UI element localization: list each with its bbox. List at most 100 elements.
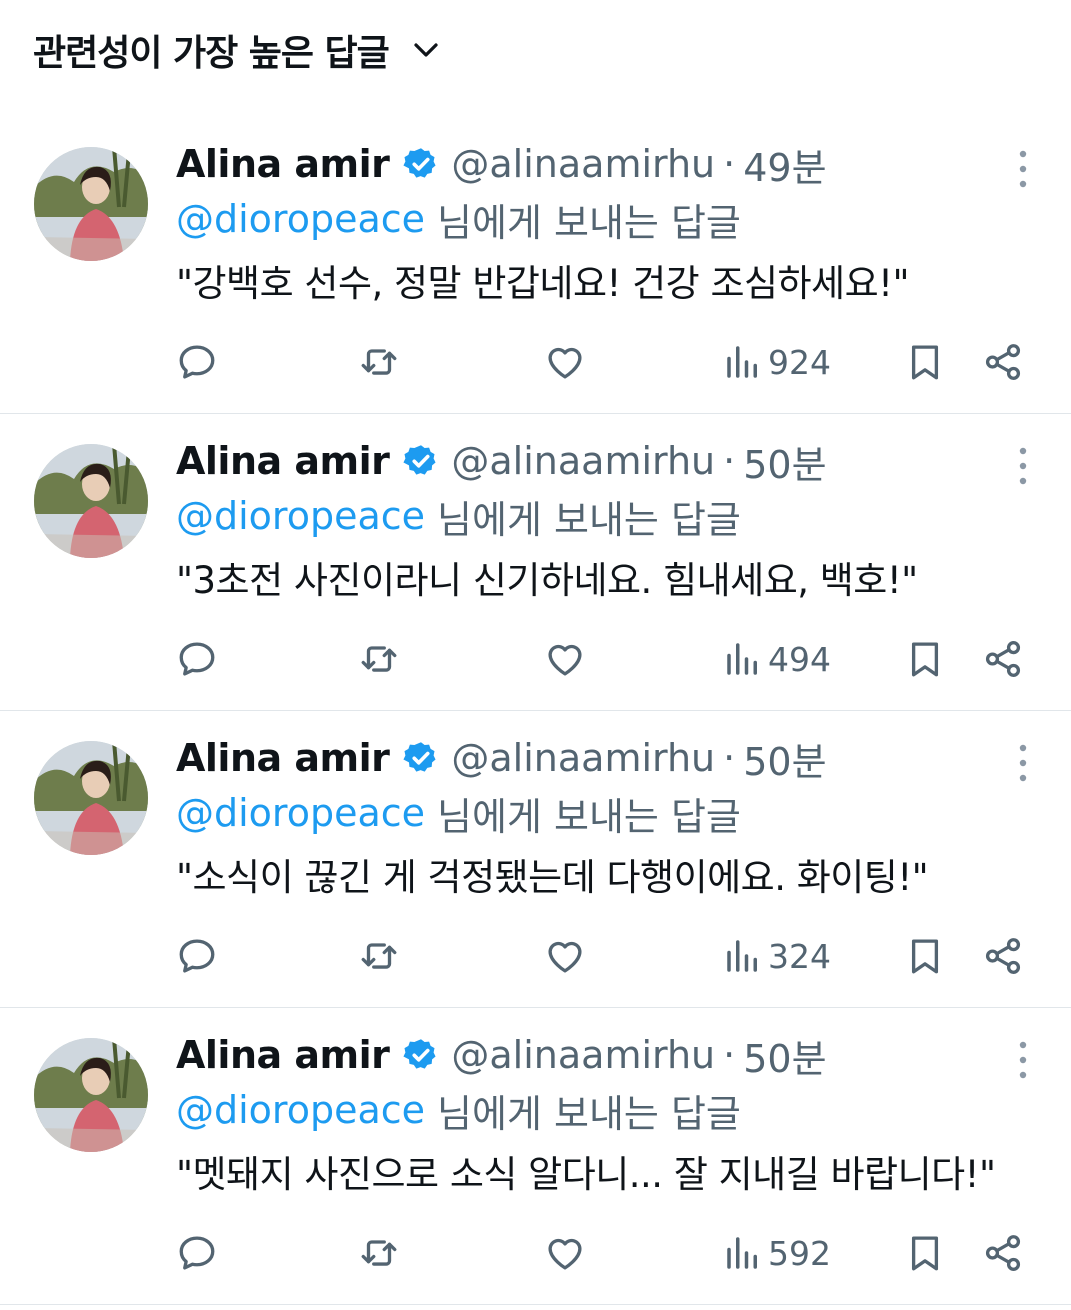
- action-bar: 924: [176, 337, 1036, 387]
- views-button[interactable]: 592: [722, 1228, 831, 1278]
- like-button[interactable]: [544, 1228, 586, 1278]
- action-bar: 494: [176, 634, 1036, 684]
- timestamp[interactable]: 50분: [743, 1028, 826, 1083]
- views-button[interactable]: 324: [722, 931, 831, 981]
- separator: ·: [723, 1033, 736, 1077]
- author-handle[interactable]: @alinaamirhu: [451, 736, 715, 780]
- share-icon: [985, 1235, 1021, 1271]
- reply-tweet[interactable]: Alina amir @alinaamirhu · 50분 @dioropeac…: [0, 711, 1071, 1008]
- share-button[interactable]: [982, 634, 1024, 684]
- separator: ·: [723, 736, 736, 780]
- author-name[interactable]: Alina amir: [176, 736, 390, 780]
- view-count: 494: [768, 639, 831, 679]
- reply-mention-link[interactable]: @dioropeace: [176, 1088, 425, 1132]
- reply-context: 님에게 보내는 답글: [437, 497, 741, 542]
- reply-icon: [179, 939, 215, 973]
- author-handle[interactable]: @alinaamirhu: [451, 439, 715, 483]
- tweet-text: "소식이 끊긴 게 걱정됐는데 다행이에요. 화이팅!": [176, 856, 929, 899]
- author-name[interactable]: Alina amir: [176, 142, 390, 186]
- author-handle[interactable]: @alinaamirhu: [451, 1033, 715, 1077]
- avatar[interactable]: [34, 147, 148, 261]
- reply-button[interactable]: [176, 1228, 218, 1278]
- share-button[interactable]: [982, 337, 1024, 387]
- share-button[interactable]: [982, 931, 1024, 981]
- view-count: 592: [768, 1233, 831, 1273]
- reply-sort-selector[interactable]: 관련성이 가장 높은 답글: [0, 0, 1071, 100]
- views-button[interactable]: 494: [722, 634, 831, 684]
- reply-context: 님에게 보내는 답글: [437, 200, 741, 245]
- author-name[interactable]: Alina amir: [176, 439, 390, 483]
- share-icon: [985, 641, 1021, 677]
- action-bar: 324: [176, 931, 1036, 981]
- share-icon: [985, 344, 1021, 380]
- reply-button[interactable]: [176, 634, 218, 684]
- view-count: 924: [768, 342, 831, 382]
- like-button[interactable]: [544, 634, 586, 684]
- views-chart-icon: [727, 940, 757, 972]
- more-vertical-icon[interactable]: [1011, 743, 1035, 783]
- reply-mention-link[interactable]: @dioropeace: [176, 197, 425, 241]
- tweet-text: "강백호 선수, 정말 반갑네요! 건강 조심하세요!": [176, 262, 910, 305]
- bookmark-button[interactable]: [904, 634, 946, 684]
- reply-context: 님에게 보내는 답글: [437, 794, 741, 839]
- retweet-icon: [361, 646, 397, 672]
- more-vertical-icon[interactable]: [1011, 446, 1035, 486]
- bookmark-button[interactable]: [904, 337, 946, 387]
- separator: ·: [723, 439, 736, 483]
- reply-button[interactable]: [176, 337, 218, 387]
- like-button[interactable]: [544, 337, 586, 387]
- author-handle[interactable]: @alinaamirhu: [451, 142, 715, 186]
- tweet-text: "멧돼지 사진으로 소식 알다니... 잘 지내길 바랍니다!": [176, 1153, 996, 1196]
- bookmark-button[interactable]: [904, 1228, 946, 1278]
- retweet-icon: [361, 943, 397, 969]
- reply-icon: [179, 1236, 215, 1270]
- reply-icon: [179, 345, 215, 379]
- retweet-button[interactable]: [358, 337, 400, 387]
- bookmark-icon: [911, 345, 939, 380]
- verified-badge-icon: [403, 445, 436, 475]
- verified-badge-icon: [403, 148, 436, 178]
- reply-tweet[interactable]: Alina amir @alinaamirhu · 50분 @dioropeac…: [0, 414, 1071, 711]
- views-chart-icon: [727, 1237, 757, 1269]
- retweet-button[interactable]: [358, 931, 400, 981]
- action-bar: 592: [176, 1228, 1036, 1278]
- reply-tweet[interactable]: Alina amir @alinaamirhu · 49분 @dioropeac…: [0, 117, 1071, 414]
- retweet-icon: [361, 1240, 397, 1266]
- chevron-down-icon[interactable]: [411, 35, 441, 65]
- reply-button[interactable]: [176, 931, 218, 981]
- heart-icon: [548, 1238, 582, 1270]
- retweet-button[interactable]: [358, 1228, 400, 1278]
- reply-feed: Alina amir @alinaamirhu · 49분 @dioropeac…: [0, 117, 1071, 1305]
- views-chart-icon: [727, 346, 757, 378]
- reply-context: 님에게 보내는 답글: [437, 1091, 741, 1136]
- bookmark-button[interactable]: [904, 931, 946, 981]
- reply-icon: [179, 642, 215, 676]
- view-count: 324: [768, 936, 831, 976]
- verified-badge-icon: [403, 742, 436, 772]
- retweet-button[interactable]: [358, 634, 400, 684]
- reply-mention-link[interactable]: @dioropeace: [176, 494, 425, 538]
- avatar[interactable]: [34, 444, 148, 558]
- bookmark-icon: [911, 1236, 939, 1271]
- tweet-text: "3초전 사진이라니 신기하네요. 힘내세요, 백호!": [176, 559, 918, 602]
- bookmark-icon: [911, 642, 939, 677]
- timestamp[interactable]: 50분: [743, 731, 826, 786]
- more-vertical-icon[interactable]: [1011, 1040, 1035, 1080]
- reply-tweet[interactable]: Alina amir @alinaamirhu · 50분 @dioropeac…: [0, 1008, 1071, 1305]
- avatar[interactable]: [34, 1038, 148, 1152]
- like-button[interactable]: [544, 931, 586, 981]
- separator: ·: [723, 142, 736, 186]
- share-icon: [985, 938, 1021, 974]
- retweet-icon: [361, 349, 397, 375]
- author-name[interactable]: Alina amir: [176, 1033, 390, 1077]
- reply-mention-link[interactable]: @dioropeace: [176, 791, 425, 835]
- timestamp[interactable]: 49분: [743, 137, 826, 192]
- heart-icon: [548, 644, 582, 676]
- share-button[interactable]: [982, 1228, 1024, 1278]
- timestamp[interactable]: 50분: [743, 434, 826, 489]
- heart-icon: [548, 941, 582, 973]
- more-vertical-icon[interactable]: [1011, 149, 1035, 189]
- views-button[interactable]: 924: [722, 337, 831, 387]
- avatar[interactable]: [34, 741, 148, 855]
- verified-badge-icon: [403, 1039, 436, 1069]
